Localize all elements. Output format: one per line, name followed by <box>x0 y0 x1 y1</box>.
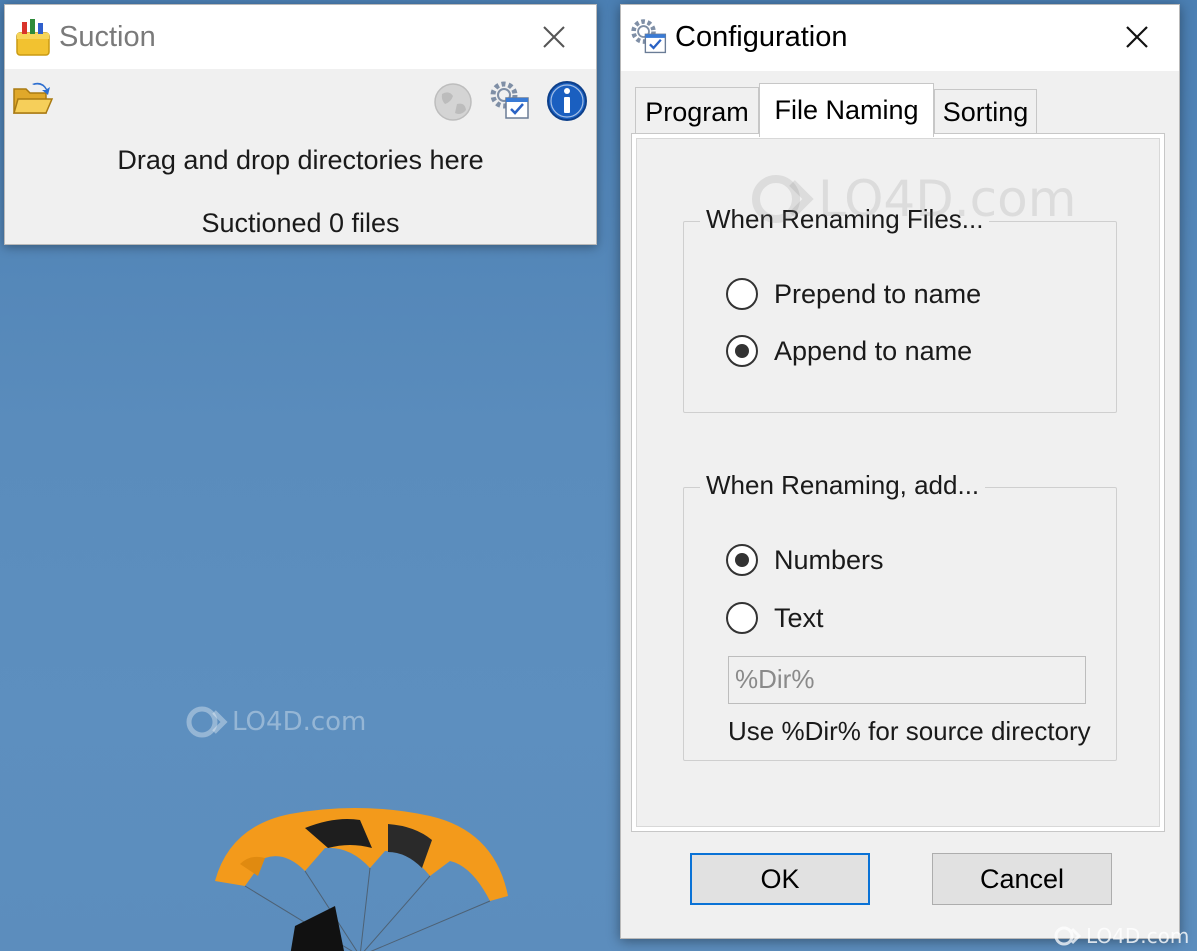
renaming-add-group: When Renaming, add... Numbers Text %Dir%… <box>683 470 1117 761</box>
suction-app-icon <box>16 19 50 56</box>
configuration-close-button[interactable] <box>1108 13 1166 61</box>
open-folder-icon <box>13 82 54 114</box>
prepend-radio-option[interactable]: Prepend to name <box>726 278 981 310</box>
append-radio-option[interactable]: Append to name <box>726 335 972 367</box>
renaming-files-group: When Renaming Files... Prepend to name A… <box>683 204 1117 413</box>
info-button[interactable] <box>545 79 589 123</box>
drop-zone-message[interactable]: Drag and drop directories here <box>5 145 596 176</box>
cancel-button[interactable]: Cancel <box>932 853 1112 905</box>
suction-window: Suction Drag and drop directories here S… <box>4 4 597 245</box>
rename-text-hint: Use %Dir% for source directory <box>728 716 1091 746</box>
prepend-radio-label[interactable]: Prepend to name <box>774 279 981 310</box>
suction-close-button[interactable] <box>525 13 583 61</box>
toolbar-configuration-button[interactable] <box>487 79 533 123</box>
configuration-titlebar: Configuration <box>621 5 1179 71</box>
text-radio-label[interactable]: Text <box>774 603 824 634</box>
file-naming-tab-panel: When Renaming Files... Prepend to name A… <box>631 133 1165 832</box>
tab-program[interactable]: Program <box>635 87 759 137</box>
info-icon <box>547 81 587 121</box>
globe-button[interactable] <box>431 81 475 123</box>
prepend-radio-button[interactable] <box>726 278 758 310</box>
ok-button[interactable]: OK <box>690 853 870 905</box>
configuration-app-icon <box>631 19 667 54</box>
file-naming-panel-inner: When Renaming Files... Prepend to name A… <box>636 138 1160 827</box>
renaming-add-group-label: When Renaming, add... <box>700 470 986 501</box>
renaming-files-group-label: When Renaming Files... <box>700 204 990 235</box>
numbers-radio-option[interactable]: Numbers <box>726 544 884 576</box>
append-radio-button[interactable] <box>726 335 758 367</box>
numbers-radio-label[interactable]: Numbers <box>774 545 884 576</box>
suction-toolbar <box>5 69 596 131</box>
configuration-icon <box>490 81 529 119</box>
close-icon <box>543 26 565 48</box>
close-icon <box>1126 26 1148 48</box>
numbers-radio-button[interactable] <box>726 544 758 576</box>
append-radio-label[interactable]: Append to name <box>774 336 972 367</box>
configuration-window-title: Configuration <box>675 21 848 53</box>
open-folder-button[interactable] <box>11 79 55 119</box>
text-radio-button[interactable] <box>726 602 758 634</box>
parachute-image <box>215 807 508 951</box>
tab-sorting[interactable]: Sorting <box>934 89 1037 135</box>
suction-window-title: Suction <box>59 21 156 53</box>
configuration-window: Configuration Program File Naming Sortin… <box>620 4 1180 939</box>
text-radio-option[interactable]: Text <box>726 602 824 634</box>
tab-file-naming[interactable]: File Naming <box>759 83 934 137</box>
suction-titlebar: Suction <box>5 5 596 69</box>
suction-status-text: Suctioned 0 files <box>201 208 400 238</box>
globe-icon <box>434 83 472 121</box>
rename-text-input[interactable]: %Dir% <box>728 656 1086 704</box>
